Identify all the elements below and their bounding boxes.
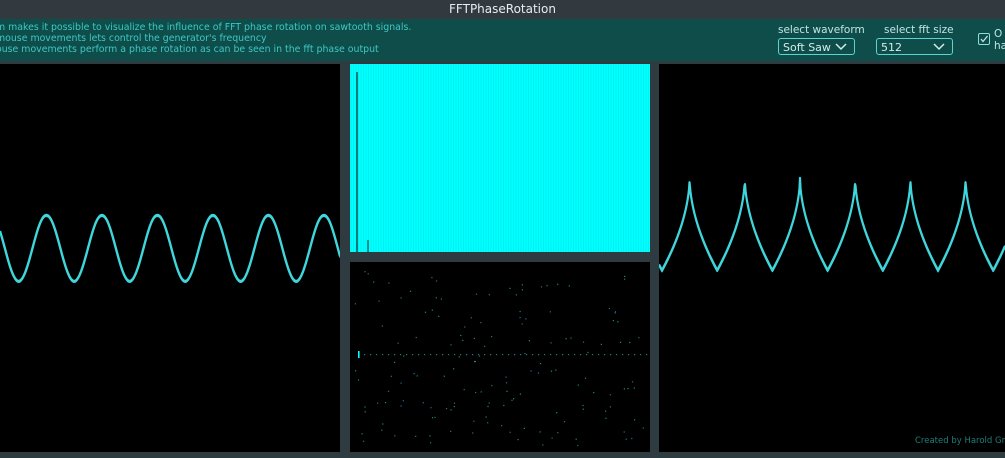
checkbox-label-line-1: O: [994, 28, 1003, 40]
fft-magnitude-display: [350, 64, 650, 252]
chevron-down-icon: [933, 43, 945, 51]
input-waveform-scope[interactable]: [0, 64, 342, 452]
fft-size-select[interactable]: 512: [876, 38, 953, 55]
fft-magnitude-panel[interactable]: [350, 64, 650, 252]
fft-phase-panel[interactable]: [350, 262, 650, 452]
checkmark-icon: [980, 35, 989, 43]
chevron-down-icon: [835, 43, 847, 51]
control-bar: m makes it possible to visualize the inf…: [0, 19, 1005, 61]
output-waveform-trace: [658, 176, 1005, 273]
description-line-2: mouse movements lets control the generat…: [0, 33, 267, 44]
checkbox-label-line-2: ha: [994, 40, 1005, 52]
waveform-select[interactable]: Soft Saw: [778, 38, 855, 55]
fft-size-label: select fft size: [884, 24, 954, 36]
description-line-1: m makes it possible to visualize the inf…: [0, 22, 412, 33]
fft-size-select-value: 512: [881, 41, 902, 54]
credit-text: Created by Harold Gn: [914, 436, 1005, 446]
description-line-3: ouse movements perform a phase rotation …: [0, 44, 379, 55]
waveform-label: select waveform: [778, 24, 865, 36]
option-checkbox[interactable]: [978, 33, 990, 45]
fft-phase-display: [354, 271, 648, 447]
input-waveform-trace: [0, 213, 342, 283]
window-title: FFTPhaseRotation: [0, 0, 1005, 19]
bottom-strip: [0, 452, 1005, 458]
waveform-select-value: Soft Saw: [783, 41, 831, 54]
output-waveform-scope[interactable]: Created by Harold Gn: [658, 64, 1005, 452]
